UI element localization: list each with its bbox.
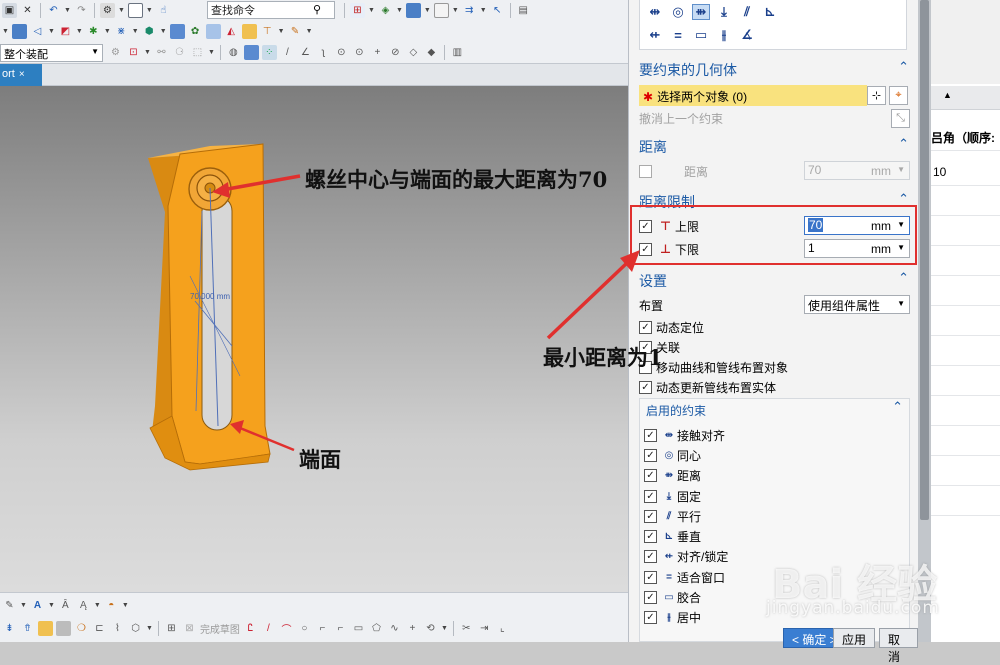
arrow-limits-line [546, 260, 630, 340]
dialog-scrollbar-thumb[interactable] [920, 0, 929, 520]
grid-line [931, 150, 1000, 151]
grid-line [931, 455, 1000, 456]
baidu-watermark: Bai 经验 jingyan.baidu.com [762, 532, 1000, 642]
grid-line [931, 275, 1000, 276]
grid-line [931, 245, 1000, 246]
right-panel-value: 10 [933, 165, 947, 179]
grid-line [931, 515, 1000, 516]
grid-line [931, 215, 1000, 216]
grid-line [931, 395, 1000, 396]
right-panel-subheader: ▲ [931, 86, 1000, 110]
grid-line [931, 485, 1000, 486]
grid-line [931, 425, 1000, 426]
watermark-url: jingyan.baidu.com [766, 598, 940, 618]
right-panel-header [931, 0, 1000, 84]
sort-triangle-icon[interactable]: ▲ [943, 90, 952, 100]
right-panel-header-text: 吕角（顺序: [931, 131, 995, 145]
grid-line [931, 335, 1000, 336]
callout-min-distance: 最小距离为1 [543, 345, 663, 370]
grid-line [931, 185, 1000, 186]
grid-line [931, 365, 1000, 366]
grid-line [931, 305, 1000, 306]
